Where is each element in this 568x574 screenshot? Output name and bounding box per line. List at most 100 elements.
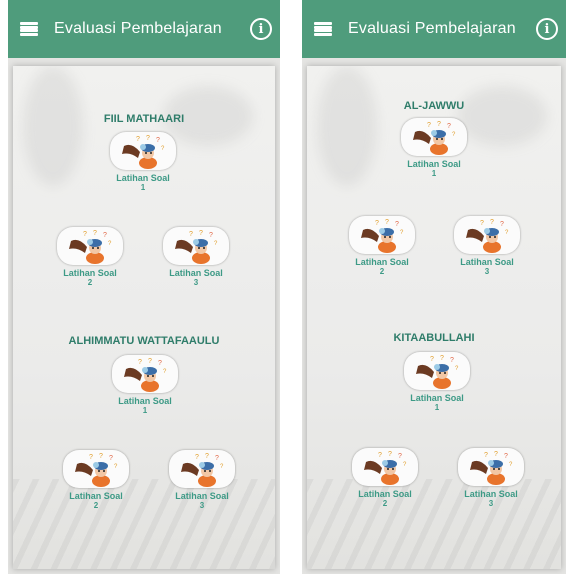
exercise-item[interactable]: ???? Latihan Soal 1	[399, 118, 469, 178]
confused-student-illustration: ????	[122, 135, 165, 169]
content-card: AL-JAWWU ???? Latihan Soal 1 ???? Latiha…	[307, 66, 561, 569]
svg-text:?: ?	[403, 462, 407, 468]
menu-icon[interactable]	[20, 22, 38, 36]
svg-text:?: ?	[148, 358, 152, 365]
confused-student-icon: ????	[112, 355, 178, 393]
phone-screen-right: Evaluasi Pembelajaran i AL-JAWWU ???? La…	[302, 0, 566, 574]
svg-text:?: ?	[400, 230, 404, 236]
svg-text:?: ?	[398, 453, 402, 460]
exercise-item[interactable]: ???? Latihan Soal 3	[161, 227, 231, 287]
exercise-item[interactable]: ???? Latihan Soal 2	[61, 450, 131, 510]
confused-student-icon: ????	[349, 216, 415, 254]
menu-icon[interactable]	[314, 22, 332, 36]
confused-student-illustration: ????	[416, 355, 459, 389]
item-label: Latihan Soal	[358, 489, 412, 499]
svg-text:?: ?	[108, 241, 112, 247]
item-number: 3	[488, 499, 494, 508]
confused-student-illustration: ????	[364, 451, 407, 485]
item-number: 1	[140, 183, 146, 192]
confused-student-illustration: ????	[466, 219, 509, 253]
svg-text:?: ?	[209, 232, 213, 239]
svg-text:?: ?	[455, 366, 459, 372]
svg-text:?: ?	[161, 146, 165, 152]
confused-student-illustration: ????	[75, 453, 118, 487]
item-label: Latihan Soal	[116, 173, 170, 183]
svg-text:?: ?	[189, 231, 193, 238]
content-card: FIIL MATHAARI ???? Latihan Soal 1 ???? L…	[13, 66, 275, 569]
background-decoration	[23, 66, 83, 186]
svg-text:?: ?	[205, 453, 209, 460]
confused-student-illustration: ????	[361, 219, 404, 253]
exercise-item[interactable]: ???? Latihan Soal 3	[456, 448, 526, 508]
svg-text:?: ?	[146, 135, 150, 142]
svg-text:?: ?	[509, 462, 513, 468]
confused-student-icon: ????	[63, 450, 129, 488]
svg-text:?: ?	[484, 452, 488, 459]
item-number: 2	[87, 278, 93, 287]
item-label: Latihan Soal	[175, 491, 229, 501]
info-icon[interactable]: i	[250, 18, 272, 40]
background-decoration	[317, 66, 377, 186]
item-number: 1	[142, 406, 148, 415]
confused-student-illustration: ????	[470, 451, 513, 485]
svg-text:?: ?	[500, 221, 504, 228]
item-label: Latihan Soal	[407, 159, 461, 169]
exercise-item[interactable]: ???? Latihan Soal 2	[55, 227, 125, 287]
svg-text:?: ?	[480, 220, 484, 227]
confused-student-illustration: ????	[181, 453, 224, 487]
confused-student-icon: ????	[169, 450, 235, 488]
confused-student-icon: ????	[110, 132, 176, 170]
item-label: Latihan Soal	[63, 268, 117, 278]
exercise-item[interactable]: ???? Latihan Soal 2	[350, 448, 420, 508]
svg-text:?: ?	[99, 453, 103, 460]
info-icon[interactable]: i	[536, 18, 558, 40]
svg-text:?: ?	[427, 122, 431, 129]
svg-text:?: ?	[215, 455, 219, 462]
background-decoration	[457, 86, 547, 146]
svg-text:?: ?	[490, 219, 494, 226]
exercise-item[interactable]: ???? Latihan Soal 3	[452, 216, 522, 276]
svg-text:?: ?	[388, 451, 392, 458]
confused-student-icon: ????	[454, 216, 520, 254]
svg-text:?: ?	[220, 464, 224, 470]
svg-text:?: ?	[452, 132, 456, 138]
svg-text:?: ?	[114, 464, 118, 470]
exercise-item[interactable]: ???? Latihan Soal 1	[108, 132, 178, 192]
confused-student-icon: ????	[57, 227, 123, 265]
svg-text:?: ?	[103, 232, 107, 239]
phone-screen-left: Evaluasi Pembelajaran i FIIL MATHAARI ??…	[8, 0, 280, 574]
svg-text:?: ?	[89, 454, 93, 461]
svg-text:?: ?	[136, 136, 140, 143]
section-title: KITAABULLAHI	[393, 332, 475, 344]
item-number: 3	[199, 501, 205, 510]
svg-text:?: ?	[430, 356, 434, 363]
svg-text:?: ?	[163, 369, 167, 375]
svg-text:?: ?	[214, 241, 218, 247]
app-title: Evaluasi Pembelajaran	[54, 20, 222, 37]
exercise-item[interactable]: ???? Latihan Soal 3	[167, 450, 237, 510]
section-title: AL-JAWWU	[403, 100, 465, 112]
confused-student-illustration: ????	[413, 121, 456, 155]
exercise-item[interactable]: ???? Latihan Soal 1	[402, 352, 472, 412]
item-number: 1	[431, 169, 437, 178]
svg-text:?: ?	[385, 219, 389, 226]
confused-student-icon: ????	[352, 448, 418, 486]
svg-text:?: ?	[199, 230, 203, 237]
item-label: Latihan Soal	[410, 393, 464, 403]
svg-text:?: ?	[450, 357, 454, 364]
svg-text:?: ?	[437, 121, 441, 128]
item-number: 1	[434, 403, 440, 412]
confused-student-illustration: ????	[175, 230, 218, 264]
app-bar: Evaluasi Pembelajaran i	[8, 0, 280, 58]
confused-student-icon: ????	[163, 227, 229, 265]
item-label: Latihan Soal	[118, 396, 172, 406]
svg-text:?: ?	[494, 451, 498, 458]
svg-text:?: ?	[138, 359, 142, 366]
svg-text:?: ?	[156, 137, 160, 144]
svg-text:?: ?	[440, 355, 444, 362]
svg-text:?: ?	[378, 452, 382, 459]
confused-student-icon: ????	[404, 352, 470, 390]
exercise-item[interactable]: ???? Latihan Soal 1	[110, 355, 180, 415]
exercise-item[interactable]: ???? Latihan Soal 2	[347, 216, 417, 276]
app-bar: Evaluasi Pembelajaran i	[302, 0, 566, 58]
